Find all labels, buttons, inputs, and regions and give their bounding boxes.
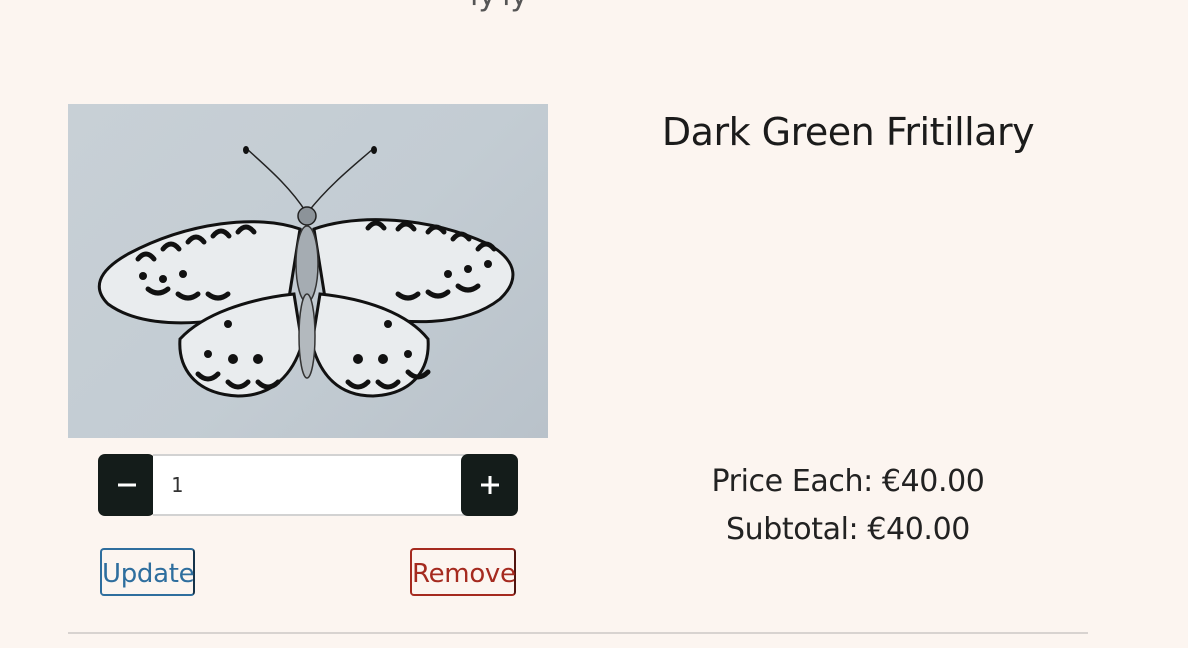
decrement-quantity-button[interactable] — [98, 454, 155, 516]
product-title: Dark Green Fritillary — [661, 110, 1035, 154]
page-heading-fragment: ly ly — [470, 0, 528, 13]
update-button[interactable]: Update — [100, 548, 195, 596]
product-image[interactable] — [68, 104, 548, 438]
increment-quantity-button[interactable] — [461, 454, 518, 516]
plus-icon — [480, 476, 499, 494]
remove-button[interactable]: Remove — [410, 548, 516, 596]
butterfly-illustration — [97, 146, 515, 398]
price-summary: Price Each: €40.00 Subtotal: €40.00 — [608, 458, 1088, 554]
minus-icon — [117, 483, 136, 487]
divider — [68, 632, 1088, 634]
quantity-stepper — [98, 454, 518, 516]
subtotal: Subtotal: €40.00 — [726, 512, 970, 547]
quantity-input[interactable] — [153, 454, 481, 516]
price-each: Price Each: €40.00 — [711, 464, 985, 499]
